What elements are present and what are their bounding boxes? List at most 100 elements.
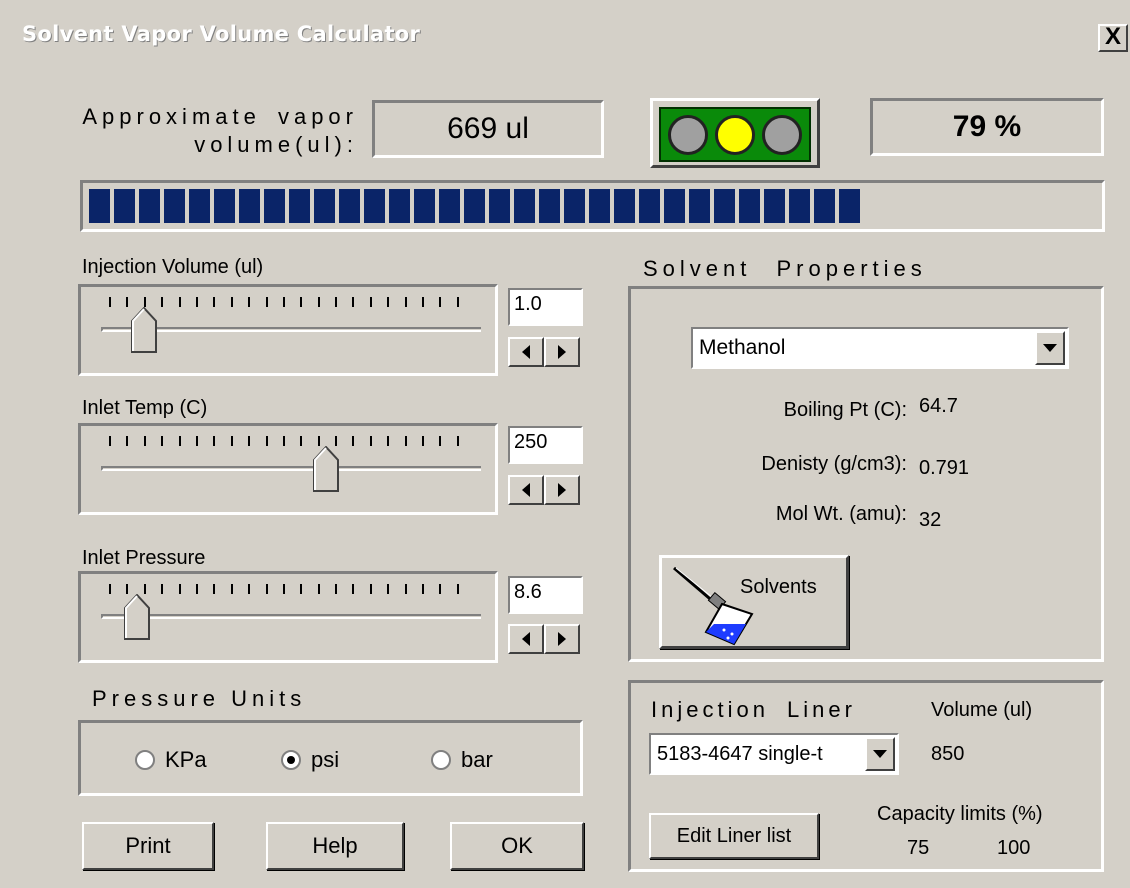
slider-tick <box>126 584 129 594</box>
progress-segment <box>489 189 510 223</box>
radio-kpa[interactable]: KPa <box>135 747 207 773</box>
inlet-pressure-label: Inlet Pressure <box>82 547 206 569</box>
slider-tick <box>265 436 268 446</box>
radio-selected-dot <box>287 756 295 764</box>
injection-volume-slider[interactable] <box>78 284 498 376</box>
help-button[interactable]: Help <box>266 822 404 870</box>
increment-button[interactable] <box>544 337 580 367</box>
slider-thumb[interactable] <box>131 307 157 353</box>
solvent-select[interactable]: Methanol <box>691 327 1069 369</box>
progress-segment <box>139 189 160 223</box>
slider-tick <box>387 584 390 594</box>
decrement-button[interactable] <box>508 475 544 505</box>
radio-bar-label: bar <box>461 747 493 772</box>
progress-segment <box>114 189 135 223</box>
solvent-select-value: Methanol <box>699 336 786 359</box>
inlet-temp-spinner[interactable] <box>508 475 583 505</box>
slider-tick <box>317 584 320 594</box>
progress-segment <box>839 189 860 223</box>
inlet-pressure-spinner[interactable] <box>508 624 583 654</box>
slider-tick <box>143 584 146 594</box>
liner-select[interactable]: 5183-4647 single-t <box>649 733 899 775</box>
title-bar: Solvent Vapor Volume Calculator X <box>0 0 1130 60</box>
slider-thumb[interactable] <box>124 594 150 640</box>
injection-volume-spinner[interactable] <box>508 337 583 367</box>
radio-bar[interactable]: bar <box>431 747 493 773</box>
progress-segment <box>289 189 310 223</box>
vapor-volume-readout: 669 ul <box>372 100 604 158</box>
inlet-temp-field[interactable]: 250 <box>508 426 583 464</box>
traffic-light-indicator <box>650 98 820 168</box>
slider-tick <box>387 297 390 307</box>
slider-track <box>101 466 481 471</box>
injection-volume-label: Injection Volume (ul) <box>82 256 264 278</box>
liner-dropdown-button[interactable] <box>865 737 895 771</box>
inlet-pressure-field[interactable]: 8.6 <box>508 576 583 614</box>
slider-tick <box>422 297 425 307</box>
density-value: 0.791 <box>919 457 970 479</box>
progress-segment <box>389 189 410 223</box>
slider-tick <box>335 297 338 307</box>
solvents-button[interactable]: Solvents <box>659 555 849 649</box>
slider-tick <box>265 584 268 594</box>
slider-tick <box>369 297 372 307</box>
progress-segment <box>714 189 735 223</box>
increment-button[interactable] <box>544 624 580 654</box>
slider-track <box>101 327 481 332</box>
slider-tick <box>300 297 303 307</box>
slider-tick <box>369 436 372 446</box>
progress-segment <box>614 189 635 223</box>
progress-segment <box>789 189 810 223</box>
close-button[interactable]: X <box>1098 24 1128 52</box>
slider-tick <box>161 297 164 307</box>
progress-segment <box>464 189 485 223</box>
solvent-properties-label: Solvent Properties <box>643 256 927 281</box>
injection-liner-label: Injection Liner <box>651 697 856 722</box>
edit-liner-list-button[interactable]: Edit Liner list <box>649 813 819 859</box>
progress-segment <box>339 189 360 223</box>
slider-tick <box>178 297 181 307</box>
progress-segment <box>564 189 585 223</box>
solvent-dropdown-button[interactable] <box>1035 331 1065 365</box>
slider-tick <box>439 584 442 594</box>
progress-segment <box>439 189 460 223</box>
slider-tick <box>195 297 198 307</box>
vapor-volume-label-text: Approximate vapor volume(ul): <box>82 104 358 157</box>
radio-psi[interactable]: psi <box>281 747 339 773</box>
slider-tick <box>335 584 338 594</box>
progress-segment <box>664 189 685 223</box>
slider-ticks <box>109 584 459 596</box>
print-button[interactable]: Print <box>82 822 214 870</box>
injection-volume-field[interactable]: 1.0 <box>508 288 583 326</box>
increment-button[interactable] <box>544 475 580 505</box>
density-label: Denisty (g/cm3): <box>761 453 907 475</box>
ok-button[interactable]: OK <box>450 822 584 870</box>
decrement-button[interactable] <box>508 624 544 654</box>
progress-segment <box>414 189 435 223</box>
slider-tick <box>213 436 216 446</box>
slider-tick <box>248 584 251 594</box>
slider-tick <box>352 584 355 594</box>
slider-tick <box>422 436 425 446</box>
slider-tick <box>230 436 233 446</box>
slider-tick <box>230 297 233 307</box>
inlet-temp-label: Inlet Temp (C) <box>82 397 208 419</box>
slider-tick <box>248 436 251 446</box>
slider-thumb[interactable] <box>313 446 339 492</box>
progress-segment <box>739 189 760 223</box>
decrement-button[interactable] <box>508 337 544 367</box>
progress-segment <box>639 189 660 223</box>
slider-tick <box>300 584 303 594</box>
inlet-pressure-slider[interactable] <box>78 571 498 663</box>
vapor-volume-label: Approximate vapor volume(ul): <box>38 103 358 159</box>
arrow-left-icon <box>522 345 530 359</box>
radio-psi-circle <box>281 750 301 770</box>
slider-tick <box>126 297 129 307</box>
mol-wt-label: Mol Wt. (amu): <box>775 503 907 525</box>
slider-tick <box>265 297 268 307</box>
slider-tick <box>143 297 146 307</box>
slider-tick <box>195 436 198 446</box>
inlet-temp-slider[interactable] <box>78 423 498 515</box>
slider-tick <box>195 584 198 594</box>
percent-readout: 79 % <box>870 98 1104 156</box>
